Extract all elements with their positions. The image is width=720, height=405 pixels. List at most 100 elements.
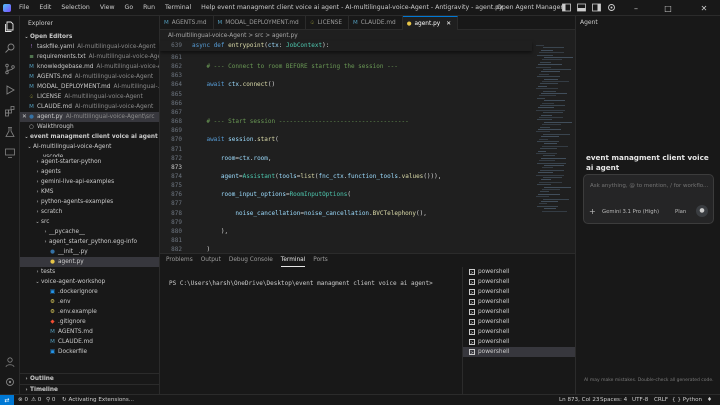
search-icon[interactable] <box>4 42 16 54</box>
close-icon[interactable]: ✕ <box>446 17 451 31</box>
extension-activity[interactable]: ↻ Activating Extensions... <box>62 395 134 405</box>
minimap[interactable] <box>532 41 575 253</box>
close-icon[interactable]: ✕ <box>22 112 27 122</box>
folder-item[interactable]: ⌄voice-agent-workshop <box>20 277 159 287</box>
tab-agent-py[interactable]: ● agent.py ✕ <box>402 16 459 31</box>
open-editor-item[interactable]: ≡ requirements.txt AI-multilingual-voice-A… <box>20 52 159 62</box>
add-context-icon[interactable]: + <box>589 207 596 216</box>
terminal-instance[interactable]: > powershell <box>463 307 575 317</box>
code-line[interactable]: 881 <box>160 236 532 245</box>
toggle-secondary-sidebar-icon[interactable] <box>592 3 601 12</box>
menu-go[interactable]: Go <box>120 0 139 16</box>
file-item[interactable]: ⚙ .env.example <box>20 307 159 317</box>
notifications-bell-icon[interactable]: ♦ <box>707 395 712 405</box>
terminal-instance[interactable]: > powershell <box>463 267 575 277</box>
file-item[interactable]: M CLAUDE.md <box>20 337 159 347</box>
file-item[interactable]: ⚙ .env <box>20 297 159 307</box>
toggle-panel-icon[interactable] <box>577 3 586 12</box>
open-editor-item[interactable]: ○ Walkthrough <box>20 122 159 132</box>
workspace-section[interactable]: ⌄event managment client voice ai agent <box>20 132 159 142</box>
ports-status[interactable]: ⚲ 0 <box>46 395 55 405</box>
language-mode[interactable]: { } Python <box>672 395 702 405</box>
menu-file[interactable]: File <box>14 0 34 16</box>
code-line[interactable]: 866 <box>160 99 532 108</box>
timeline-section[interactable]: › Timeline <box>20 384 159 394</box>
file-item[interactable]: M AGENTS.md <box>20 327 159 337</box>
terminal-instance[interactable]: > powershell <box>463 277 575 287</box>
menu-terminal[interactable]: Terminal <box>160 0 196 16</box>
folder-item[interactable]: › agent_starter_python.egg-info <box>20 237 159 247</box>
code-line[interactable]: 874 agent=Assistant(tools=list(fnc_ctx.f… <box>160 172 532 181</box>
file-item[interactable]: ▣ .dockerignore <box>20 287 159 297</box>
remote-explorer-icon[interactable] <box>4 147 16 159</box>
folder-item[interactable]: › tests <box>20 267 159 277</box>
folder-item[interactable]: › KMS <box>20 187 159 197</box>
code-line[interactable]: 877 <box>160 199 532 208</box>
file-item[interactable]: ● __init__.py <box>20 247 159 257</box>
code-line[interactable]: 869 <box>160 126 532 135</box>
code-line[interactable]: 867 <box>160 108 532 117</box>
code-line[interactable]: 870 await session.start( <box>160 135 532 144</box>
maximize-button[interactable]: □ <box>656 0 680 16</box>
code-line[interactable]: 872 room=ctx.room, <box>160 154 532 163</box>
menu-view[interactable]: View <box>95 0 120 16</box>
file-item[interactable]: ● agent.py <box>20 257 159 267</box>
folder-item[interactable]: › agents <box>20 167 159 177</box>
code-line[interactable]: 871 <box>160 145 532 154</box>
open-agent-manager-button[interactable]: Open Agent Manager <box>497 4 563 11</box>
code-line[interactable]: 878 noise_cancellation=noise_cancellatio… <box>160 209 532 218</box>
terminal-instance[interactable]: > powershell <box>463 287 575 297</box>
extensions-icon[interactable] <box>4 105 16 117</box>
code-line[interactable]: 868 # --- Start session ----------------… <box>160 117 532 126</box>
sticky-scroll-line[interactable]: 639 async def entrypoint(ctx: JobContext)… <box>160 41 532 51</box>
folder-item[interactable]: › gemini-live-api-examples <box>20 177 159 187</box>
code-line[interactable]: 880 ), <box>160 227 532 236</box>
cursor-position[interactable]: Ln 873, Col 23 <box>559 395 599 405</box>
mode-selector[interactable]: Plan <box>675 209 686 215</box>
code-line[interactable]: 864 await ctx.connect() <box>160 80 532 89</box>
open-editor-item[interactable]: Mknowledgebase.mdAI-multilingual-voice-A… <box>20 62 159 72</box>
warnings-status[interactable]: ⚠ 0 <box>31 395 41 405</box>
menu-edit[interactable]: Edit <box>34 0 56 16</box>
menu-help[interactable]: Help <box>196 0 220 16</box>
open-editor-item[interactable]: ! taskfile.yaml AI-multilingual-voice-Agen… <box>20 42 159 52</box>
errors-status[interactable]: ⊗ 0 <box>18 395 28 405</box>
code-line[interactable]: 862 # --- Connect to room BEFORE startin… <box>160 62 532 71</box>
panel-tab-problems[interactable]: Problems <box>166 254 193 267</box>
open-editor-item[interactable]: M CLAUDE.md AI-multilingual-voice-Agent <box>20 102 159 112</box>
breadcrumb[interactable]: AI-multilingual-voice-Agent > src > agen… <box>160 31 575 41</box>
model-selector[interactable]: Gemini 3.1 Pro (High) <box>602 209 659 215</box>
testing-icon[interactable] <box>4 126 16 138</box>
eol-status[interactable]: CRLF <box>654 395 668 405</box>
open-editor-item[interactable]: ✕ ● agent.py AI-multilingual-voice-Agent\sr… <box>20 112 159 122</box>
tab-agents-md[interactable]: M AGENTS.md <box>160 16 214 30</box>
code-line[interactable]: 879 <box>160 218 532 227</box>
outline-section[interactable]: › Outline <box>20 373 159 384</box>
indentation-status[interactable]: Spaces: 4 <box>600 395 627 405</box>
encoding-status[interactable]: UTF-8 <box>632 395 648 405</box>
source-control-icon[interactable] <box>4 63 16 75</box>
remote-indicator-icon[interactable]: ⇄ <box>0 395 14 405</box>
toggle-sidebar-icon[interactable] <box>562 3 571 12</box>
folder-item[interactable]: › agent-starter-python <box>20 157 159 167</box>
manage-gear-icon[interactable] <box>4 376 16 388</box>
open-editor-item[interactable]: ♤ LICENSE AI-multilingual-voice-Agent <box>20 92 159 102</box>
agent-chat-input[interactable] <box>590 183 708 189</box>
tab-claude-md[interactable]: M CLAUDE.md <box>349 16 403 30</box>
minimize-button[interactable]: – <box>624 0 648 16</box>
code-line[interactable]: 882 ) <box>160 245 532 253</box>
open-editor-item[interactable]: M MODAL_DEPLOYMENT.md AI-multilingual-... <box>20 82 159 92</box>
folder-item[interactable]: › scratch <box>20 207 159 217</box>
code-line[interactable]: 865 <box>160 90 532 99</box>
panel-tab-output[interactable]: Output <box>201 254 221 267</box>
code-line[interactable]: 876 room_input_options=RoomInputOptions( <box>160 190 532 199</box>
open-editor-item[interactable]: M AGENTS.md AI-multilingual-voice-Agent <box>20 72 159 82</box>
explorer-icon[interactable] <box>4 21 16 33</box>
terminal-instance[interactable]: > powershell <box>463 337 575 347</box>
close-window-button[interactable]: ✕ <box>692 0 716 16</box>
code-editor[interactable]: 861 862 # --- Connect to room BEFORE star… <box>160 41 532 253</box>
menu-selection[interactable]: Selection <box>56 0 95 16</box>
tab-license[interactable]: ♤ LICENSE <box>306 16 350 30</box>
panel-tab-ports[interactable]: Ports <box>313 254 328 267</box>
terminal-instance[interactable]: > powershell <box>463 317 575 327</box>
